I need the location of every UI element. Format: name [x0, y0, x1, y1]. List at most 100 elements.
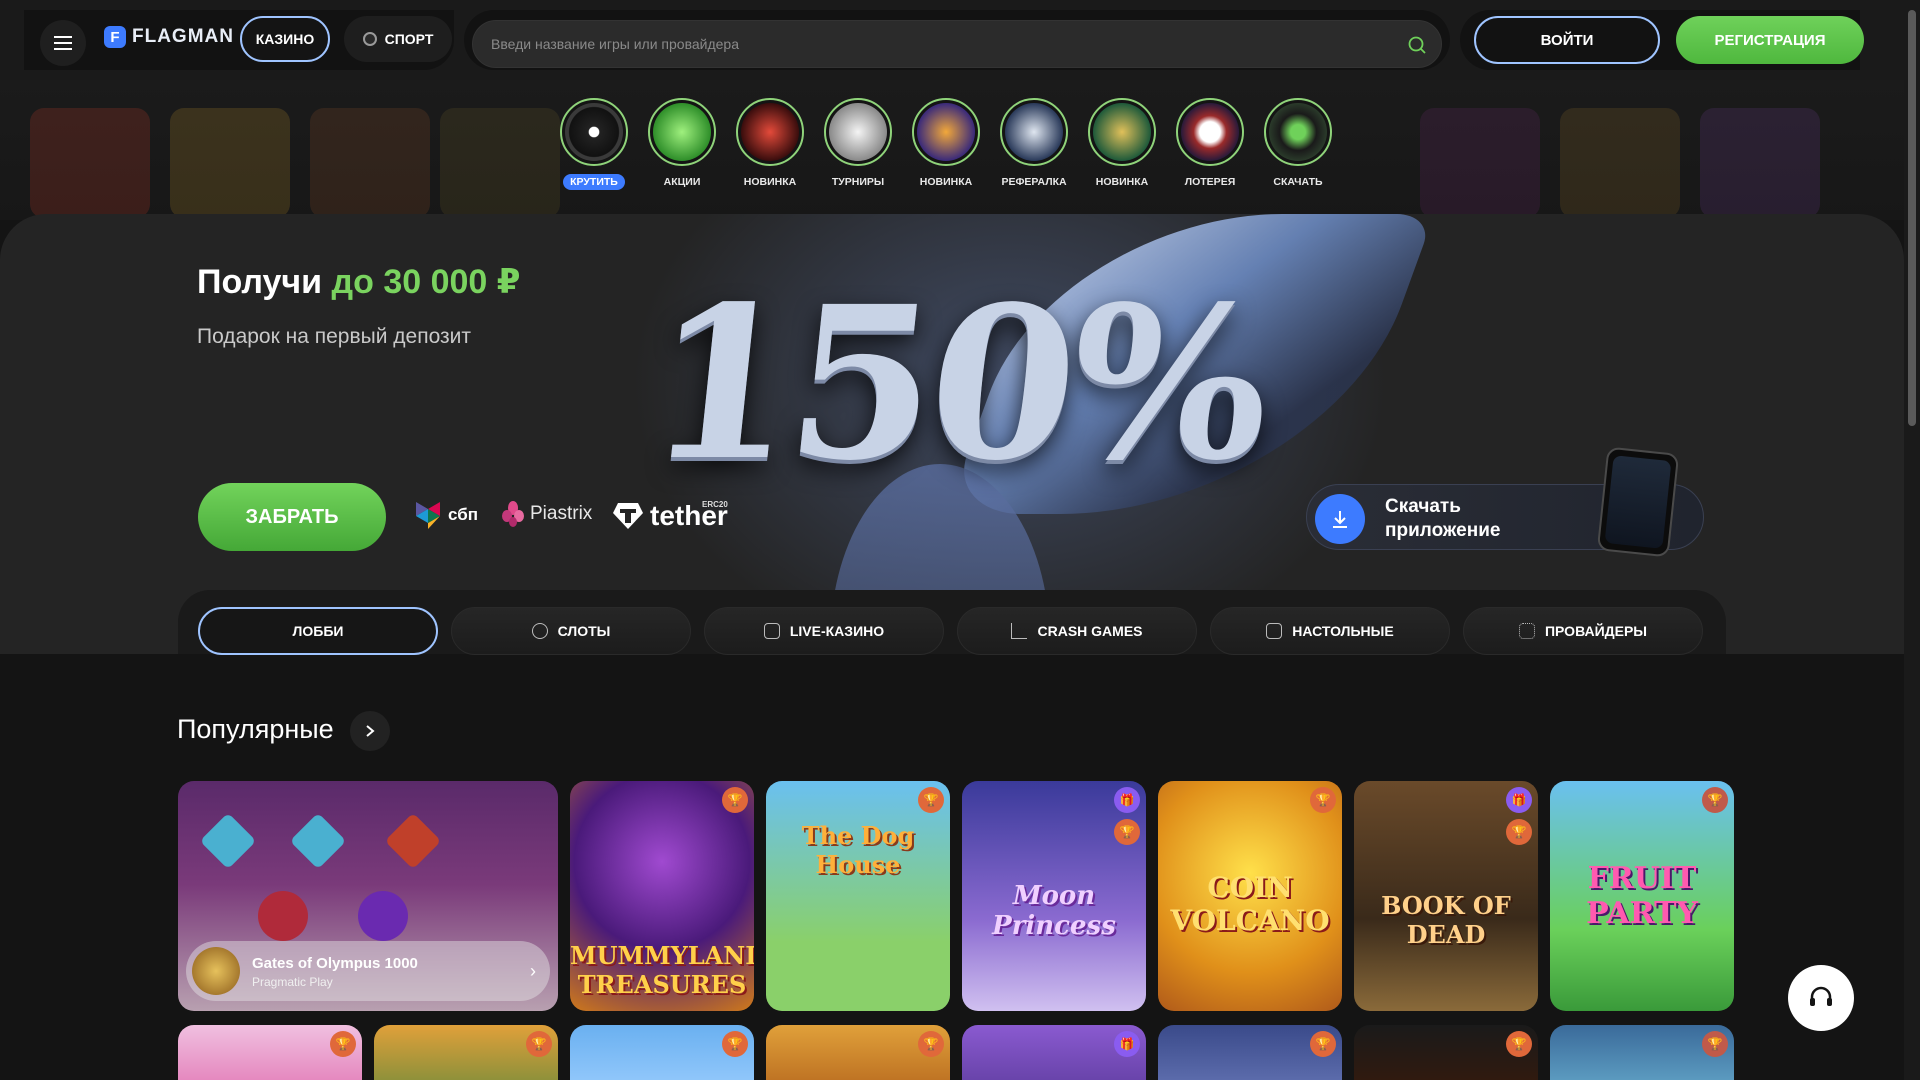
game-card[interactable]: 🏆	[178, 1025, 362, 1080]
story-new-1[interactable]: НОВИНКА	[736, 98, 804, 190]
gem-art	[289, 812, 347, 870]
tab-crash-games[interactable]: CRASH GAMES	[957, 607, 1197, 655]
tab-slots[interactable]: СЛОТЫ	[451, 607, 691, 655]
banner-title-prefix: Получи	[197, 263, 323, 301]
trophy-icon[interactable]: 🏆	[1506, 1031, 1532, 1057]
tether-badge: ERC20	[702, 500, 728, 509]
game-card[interactable]: 🏆	[1354, 1025, 1538, 1080]
trophy-icon[interactable]: 🏆	[1310, 1031, 1336, 1057]
gift-icon[interactable]: 🎁	[1114, 1031, 1140, 1057]
claim-button[interactable]: ЗАБРАТЬ	[198, 483, 386, 551]
game-card[interactable]: BOOK OF DEAD 🎁 🏆	[1354, 781, 1538, 1011]
story-lottery[interactable]: ЛОТЕРЕЯ	[1176, 98, 1244, 190]
story-download[interactable]: СКАЧАТЬ	[1264, 98, 1332, 190]
gift-icon[interactable]: 🎁	[1114, 787, 1140, 813]
story-new-3[interactable]: НОВИНКА	[1088, 98, 1156, 190]
game-card[interactable]: The Dog House 🏆	[766, 781, 950, 1011]
headset-icon	[1810, 986, 1832, 1006]
trophy-icon[interactable]: 🏆	[1310, 787, 1336, 813]
hamburger-icon	[54, 36, 72, 50]
game-card[interactable]: COIN VOLCANO 🏆	[1158, 781, 1342, 1011]
dice-icon	[1266, 623, 1283, 639]
gift-icon[interactable]: 🎁	[1506, 787, 1532, 813]
game-card[interactable]: FRUIT PARTY 🏆	[1550, 781, 1734, 1011]
story-promos[interactable]: АКЦИИ	[648, 98, 716, 190]
support-chat-button[interactable]	[1788, 965, 1854, 1031]
featured-game-name: Gates of Olympus 1000	[252, 955, 418, 972]
trophy-icon[interactable]: 🏆	[722, 787, 748, 813]
game-card[interactable]: 🏆	[766, 1025, 950, 1080]
story-ring	[1264, 98, 1332, 166]
story-ring	[912, 98, 980, 166]
game-card[interactable]: 🏆	[1158, 1025, 1342, 1080]
story-spin[interactable]: КРУТИТЬ	[560, 98, 628, 190]
featured-game-info[interactable]: Gates of Olympus 1000 Pragmatic Play ›	[186, 941, 550, 1001]
bg-game-tile	[440, 108, 560, 218]
tab-label: ЛОББИ	[292, 623, 344, 639]
story-new-2[interactable]: НОВИНКА	[912, 98, 980, 190]
ticket-icon	[1181, 103, 1239, 161]
nav-sport-button[interactable]: СПОРТ	[344, 16, 452, 62]
game-title: BOOK OF DEAD	[1381, 891, 1511, 949]
banner-subtitle: Подарок на первый депозит	[197, 325, 472, 348]
search-icon[interactable]	[1407, 35, 1427, 55]
live-casino-icon	[763, 623, 780, 639]
tab-lobby[interactable]: ЛОББИ	[198, 607, 438, 655]
phone-icon	[1269, 103, 1327, 161]
trophy-icon[interactable]: 🏆	[526, 1031, 552, 1057]
scrollbar-thumb[interactable]	[1908, 10, 1916, 426]
trophy-icon[interactable]: 🏆	[1702, 1031, 1728, 1057]
story-tournaments[interactable]: ТУРНИРЫ	[824, 98, 892, 190]
new-game-thumbnail	[917, 103, 975, 161]
gem-art	[384, 812, 442, 870]
search-input[interactable]	[491, 36, 1371, 52]
header-left-group: F FLAGMAN КАЗИНО СПОРТ	[24, 10, 454, 70]
game-card[interactable]: Moon Princess 🎁 🏆	[962, 781, 1146, 1011]
story-ring	[1176, 98, 1244, 166]
logo[interactable]: F FLAGMAN	[104, 26, 234, 48]
bg-game-tile	[1560, 108, 1680, 218]
wheel-icon	[565, 103, 623, 161]
trophy-icon[interactable]: 🏆	[1114, 819, 1140, 845]
story-ring	[648, 98, 716, 166]
trophy-icon[interactable]: 🏆	[918, 1031, 944, 1057]
game-card[interactable]: 🏆	[374, 1025, 558, 1080]
nav-casino-button[interactable]: КАЗИНО	[240, 16, 330, 62]
story-label: РЕФЕРАЛКА	[1001, 176, 1067, 188]
tab-table-games[interactable]: НАСТОЛЬНЫЕ	[1210, 607, 1450, 655]
story-referral[interactable]: РЕФЕРАЛКА	[1000, 98, 1068, 190]
gem-art	[199, 812, 257, 870]
register-button[interactable]: РЕГИСТРАЦИЯ	[1676, 16, 1864, 64]
popular-more-button[interactable]	[350, 711, 390, 751]
bg-game-tile	[1420, 108, 1540, 218]
page-scrollbar[interactable]	[1904, 0, 1920, 1080]
game-card[interactable]: 🎁	[962, 1025, 1146, 1080]
tether-logo-icon	[613, 503, 643, 529]
story-label: ЛОТЕРЕЯ	[1184, 176, 1236, 188]
trophy-icon[interactable]: 🏆	[722, 1031, 748, 1057]
search-box[interactable]	[472, 20, 1442, 68]
login-button[interactable]: ВОЙТИ	[1474, 16, 1660, 64]
logo-text: FLAGMAN	[132, 26, 234, 47]
game-card[interactable]: 🏆	[1550, 1025, 1734, 1080]
story-ring	[560, 98, 628, 166]
game-title: The Dog House	[801, 821, 915, 879]
menu-button[interactable]	[40, 20, 86, 66]
trophy-icon[interactable]: 🏆	[1506, 819, 1532, 845]
trophy-icon[interactable]: 🏆	[918, 787, 944, 813]
game-card[interactable]: MUMMYLAND TREASURES 🏆	[570, 781, 754, 1011]
tab-label: СЛОТЫ	[557, 623, 611, 639]
new-game-thumbnail	[741, 103, 799, 161]
trophy-icon	[829, 103, 887, 161]
banner-title: Получи до 30 000 ₽	[197, 262, 520, 302]
story-ring	[1088, 98, 1156, 166]
trophy-icon[interactable]: 🏆	[330, 1031, 356, 1057]
trophy-icon[interactable]: 🏆	[1702, 787, 1728, 813]
featured-game-card[interactable]: Gates of Olympus 1000 Pragmatic Play ›	[178, 781, 558, 1011]
game-card[interactable]: 🏆	[570, 1025, 754, 1080]
tab-live-casino[interactable]: LIVE-КАЗИНО	[704, 607, 944, 655]
game-title: Moon Princess	[992, 881, 1116, 941]
slots-icon	[531, 623, 548, 639]
tab-providers[interactable]: ПРОВАЙДЕРЫ	[1463, 607, 1703, 655]
bg-game-tile	[1700, 108, 1820, 218]
